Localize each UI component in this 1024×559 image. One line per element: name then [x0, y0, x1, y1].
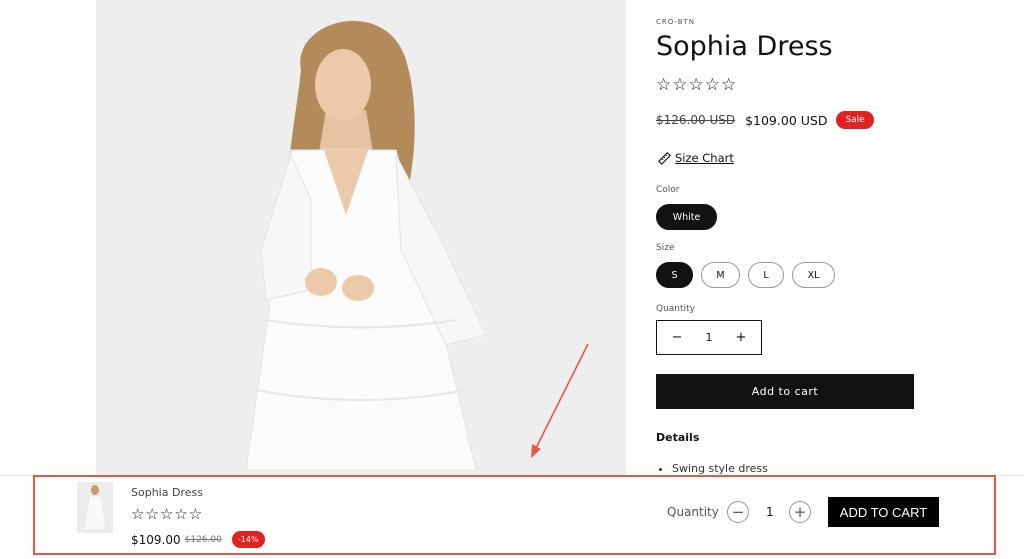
size-option-l[interactable]: L: [748, 262, 784, 288]
sale-price: $109.00 USD: [745, 112, 828, 128]
quantity-label: Quantity: [656, 304, 695, 314]
quantity-increase-button[interactable]: +: [734, 330, 748, 345]
sticky-quantity-value[interactable]: 1: [766, 505, 774, 519]
color-options: White: [656, 204, 717, 230]
product-vendor: CRO-BTN: [656, 18, 696, 26]
add-to-cart-button[interactable]: Add to cart: [656, 374, 914, 409]
color-option-white[interactable]: White: [656, 204, 717, 230]
size-option-s[interactable]: S: [656, 262, 693, 288]
size-options: S M L XL: [656, 262, 835, 288]
sticky-price-row: $109.00 $126.00 -14%: [131, 531, 265, 548]
details-heading[interactable]: Details: [656, 431, 699, 444]
size-label: Size: [656, 243, 675, 253]
sticky-price: $109.00: [131, 532, 181, 547]
quantity-value[interactable]: 1: [706, 331, 713, 344]
sale-badge: Sale: [836, 111, 874, 129]
rating-stars[interactable]: ☆☆☆☆☆: [656, 75, 737, 95]
sticky-rating-stars: ☆☆☆☆☆: [131, 505, 204, 523]
size-chart-label: Size Chart: [675, 150, 734, 165]
details-item: Swing style dress: [672, 462, 768, 475]
sticky-quantity-decrease-button[interactable]: −: [727, 501, 749, 523]
dress-photo: [96, 0, 626, 476]
product-title: Sophia Dress: [656, 31, 833, 62]
quantity-decrease-button[interactable]: −: [670, 330, 684, 345]
sticky-product-name: Sophia Dress: [131, 486, 203, 499]
sticky-quantity-increase-button[interactable]: +: [789, 501, 811, 523]
sticky-compare-at-price: $126.00: [184, 534, 222, 545]
color-label: Color: [656, 185, 680, 195]
sticky-product-thumbnail: [77, 482, 113, 533]
size-option-xl[interactable]: XL: [792, 262, 835, 288]
size-chart-link[interactable]: Size Chart: [656, 149, 734, 166]
ruler-icon: [658, 151, 671, 165]
price-row: $126.00 USD $109.00 USD Sale: [656, 111, 874, 129]
dress-thumbnail: [77, 482, 113, 533]
product-image: [96, 0, 626, 476]
sticky-quantity-label: Quantity: [667, 505, 719, 519]
compare-at-price: $126.00 USD: [656, 113, 736, 127]
sticky-add-to-cart-button[interactable]: ADD TO CART: [828, 497, 939, 527]
sticky-discount-badge: -14%: [231, 531, 265, 548]
size-option-m[interactable]: M: [701, 262, 740, 288]
details-list: Swing style dress: [656, 462, 768, 475]
quantity-stepper: − 1 +: [656, 320, 762, 355]
